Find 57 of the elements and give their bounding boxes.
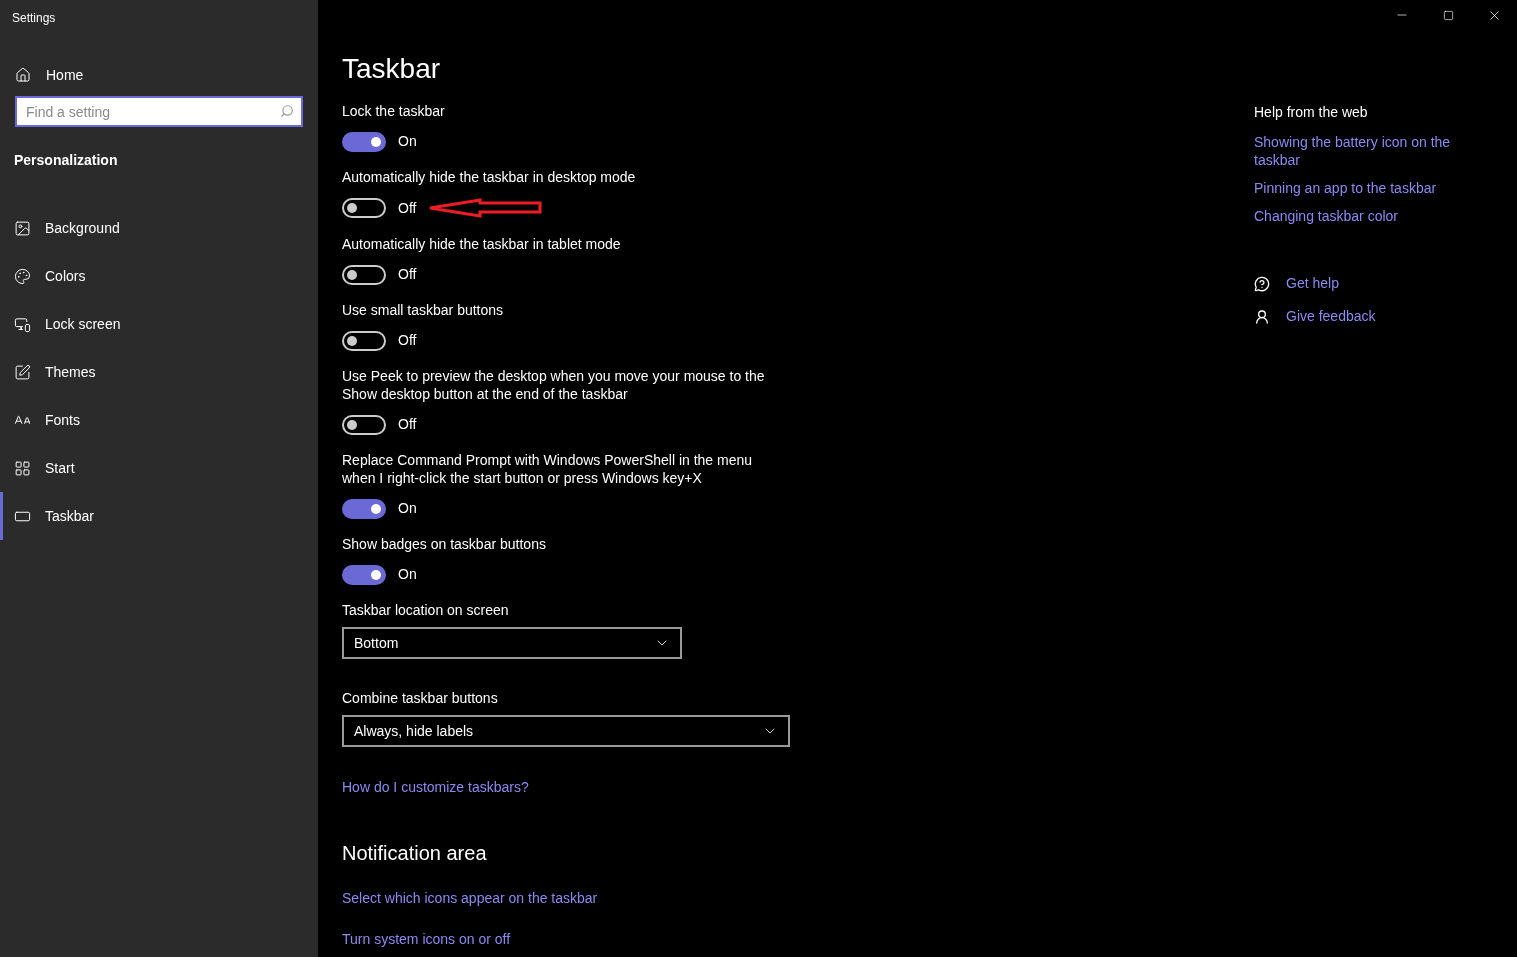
nav-item[interactable]: Start (0, 444, 318, 492)
toggle-state: On (398, 565, 417, 584)
nav-item[interactable]: Lock screen (0, 300, 318, 348)
toggle-switch[interactable] (342, 330, 386, 351)
dropdown[interactable]: Always, hide labels (342, 715, 790, 747)
search-icon (280, 104, 294, 118)
setting-label: Show badges on taskbar buttons (342, 535, 547, 553)
help-heading: Help from the web (1254, 103, 1369, 122)
section-heading: Personalization (14, 151, 119, 170)
toggle-switch[interactable] (342, 498, 386, 519)
help-action[interactable]: Get help (1254, 273, 1474, 294)
page-title: Taskbar (342, 52, 442, 86)
palette-icon (14, 267, 31, 285)
toggle-state: On (398, 132, 417, 151)
pen-icon (14, 363, 31, 381)
section-title: Notification area (342, 841, 488, 866)
help-link[interactable]: How do I customize taskbars? (342, 777, 529, 798)
home-icon (15, 67, 31, 83)
help-link[interactable]: Pinning an app to the taskbar (1254, 179, 1474, 197)
home-item[interactable]: Home (15, 63, 318, 87)
nav-item[interactable]: Taskbar (0, 492, 318, 540)
window-title: Settings (12, 10, 57, 27)
setting-label: Automatically hide the taskbar in tablet mode (342, 235, 622, 253)
setting-label: Taskbar location on screen (342, 601, 510, 619)
toggle-state: Off (398, 198, 417, 218)
nav-item[interactable]: Background (0, 204, 318, 252)
toggle-state: On (398, 499, 417, 518)
monitor-icon (14, 315, 31, 333)
toggle-switch[interactable] (342, 414, 386, 435)
person-icon (1254, 308, 1270, 325)
setting-label: Lock the taskbar (342, 102, 446, 120)
grid-icon (14, 459, 31, 477)
question-bubble-icon (1254, 275, 1270, 292)
toggle-switch[interactable] (342, 131, 386, 152)
search-field[interactable]: Find a setting (15, 96, 303, 127)
nav-item[interactable]: Colors (0, 252, 318, 300)
toggle-state: Off (398, 415, 417, 434)
help-action[interactable]: Give feedback (1254, 306, 1474, 327)
setting-label: Automatically hide the taskbar in desktop mode (342, 168, 637, 186)
toggle-state: Off (398, 265, 417, 284)
help-link[interactable]: Changing taskbar color (1254, 207, 1474, 225)
toggle-switch[interactable] (342, 564, 386, 585)
nav-item[interactable]: Themes (0, 348, 318, 396)
settings-link[interactable]: Select which icons appear on the taskbar (342, 888, 598, 909)
setting-label: Use Peek to preview the desktop when you move your mouse to the Show desktop button at the end of the taskbar (342, 367, 766, 403)
help-link[interactable]: Showing the battery icon on the taskbar (1254, 133, 1474, 169)
picture-icon (14, 219, 31, 237)
dropdown[interactable]: Bottom (342, 627, 682, 659)
setting-label: Combine taskbar buttons (342, 689, 499, 707)
toggle-state: Off (398, 331, 417, 350)
setting-label: Replace Command Prompt with Windows PowerShell in the menu when I right-click the start button or press Windows key+X (342, 451, 754, 487)
nav-item[interactable]: Fonts (0, 396, 318, 444)
toggle-switch[interactable] (342, 198, 386, 218)
maximize-icon (1442, 9, 1454, 21)
settings-link[interactable]: Turn system icons on or off (342, 929, 511, 950)
setting-label: Use small taskbar buttons (342, 301, 505, 319)
toggle-switch[interactable] (342, 264, 386, 285)
